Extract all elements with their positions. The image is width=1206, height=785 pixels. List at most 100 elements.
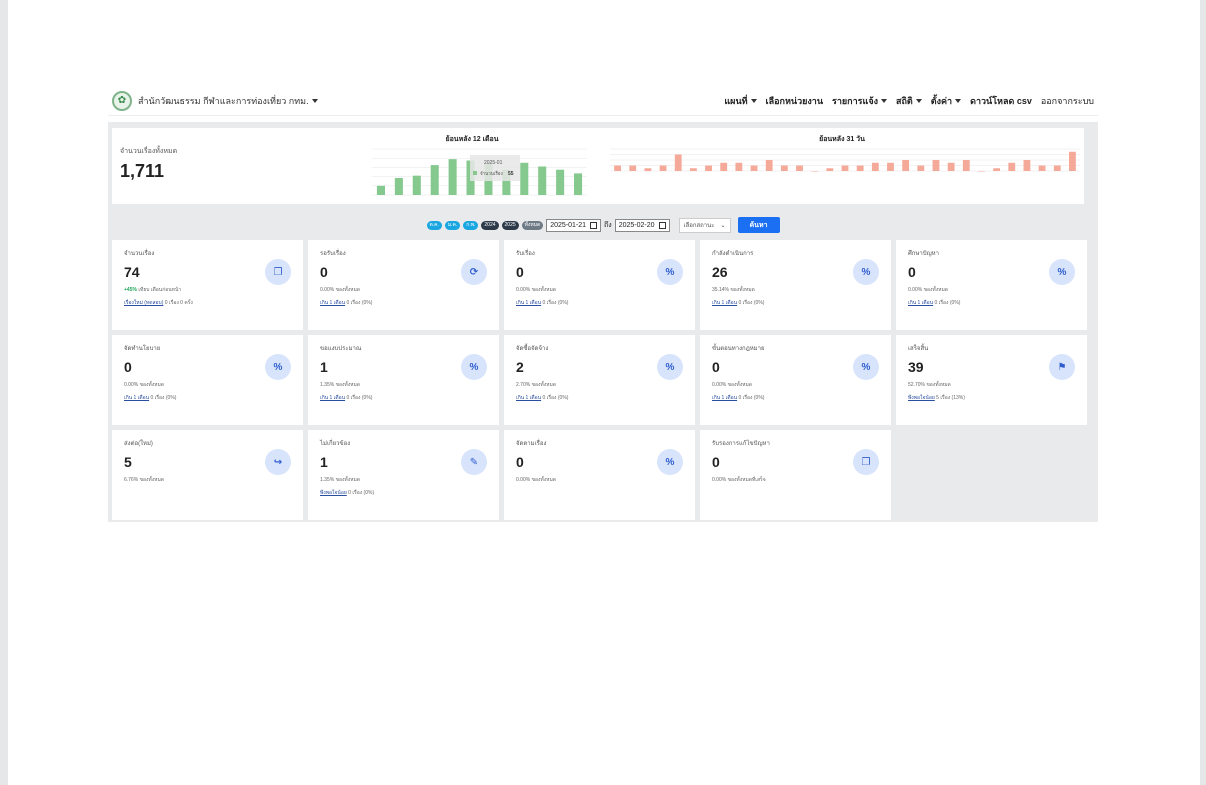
- chart-bar[interactable]: [448, 159, 457, 195]
- status-card[interactable]: ศึกษาปัญหา 0 0.00% ของทั้งหมด เกิน 1 เดือน …: [896, 240, 1087, 330]
- chart-bar[interactable]: [887, 162, 894, 171]
- documents-icon: ❐: [265, 259, 291, 285]
- status-card[interactable]: จัดตามเรื่อง 0 0.00% ของทั้งหมด%: [504, 430, 695, 520]
- date-to-input[interactable]: 2025-02-20: [614, 218, 670, 232]
- chart-bar[interactable]: [394, 177, 403, 195]
- menu-item[interactable]: เลือกหน่วยงาน: [766, 94, 823, 108]
- brand[interactable]: ✿ สำนักวัฒนธรรม กีฬาและการท่องเที่ยว กทม…: [112, 90, 318, 111]
- status-card[interactable]: กำลังดำเนินการ 26 35.14% ของทั้งหมด เกิน 1 …: [700, 240, 891, 330]
- status-card[interactable]: รับรองการแก้ไขปัญหา 0 0.00% ของทั้งหมดที่เ…: [700, 430, 891, 520]
- card-percent: 6.76% ของทั้งหมด: [124, 477, 165, 483]
- status-card[interactable]: ขอแงบประมาณ 1 1.35% ของทั้งหมด เกิน 1 เดือน…: [308, 335, 499, 425]
- card-detail-link[interactable]: พึงพอใจน้อย: [908, 395, 935, 401]
- card-detail-link[interactable]: เกิน 1 เดือน: [908, 300, 933, 306]
- chart-bar[interactable]: [871, 162, 879, 171]
- menu-item[interactable]: ดาวน์โหลด csv: [970, 94, 1032, 108]
- card-detail-link[interactable]: เกิน 1 เดือน: [516, 395, 541, 401]
- chart-bar[interactable]: [735, 162, 743, 171]
- period-pill[interactable]: 2025: [501, 220, 519, 230]
- chart-bar[interactable]: [796, 165, 803, 172]
- card-detail-count: 0 เรื่อง (0%): [345, 300, 373, 306]
- status-card[interactable]: จำนวนเรื่อง 74 +45% เทียบ เดือนก่อนหน้า เรื…: [112, 240, 303, 330]
- card-detail-link[interactable]: เรื่องใหม่ (ทดสอบ): [124, 300, 163, 306]
- chart-bar[interactable]: [412, 175, 421, 195]
- share-icon: ↪: [265, 449, 291, 475]
- page: ✿ สำนักวัฒนธรรม กีฬาและการท่องเที่ยว กทม…: [8, 0, 1200, 785]
- card-detail-link[interactable]: เกิน 1 เดือน: [320, 395, 345, 401]
- card-percent: 0.00% ของทั้งหมด: [516, 477, 557, 483]
- status-card[interactable]: จัดทำนโยบาย 0 0.00% ของทั้งหมด เกิน 1 เดือน…: [112, 335, 303, 425]
- status-card[interactable]: รับเรื่อง 0 0.00% ของทั้งหมด เกิน 1 เดือน 0…: [504, 240, 695, 330]
- card-detail: เกิน 1 เดือน 0 เรื่อง (0%): [516, 394, 683, 402]
- calendar-icon[interactable]: [658, 221, 666, 229]
- chart-bar[interactable]: [629, 165, 637, 172]
- period-pill[interactable]: ม.ค.: [444, 220, 461, 230]
- card-detail: เกิน 1 เดือน 0 เรื่อง (0%): [712, 394, 879, 402]
- chart-bar[interactable]: [811, 171, 819, 172]
- menu-item[interactable]: แผนที่: [724, 94, 756, 108]
- status-card[interactable]: ไม่เกี่ยวข้อง 1 1.35% ของทั้งหมด พึงพอใจน้อ…: [308, 430, 499, 520]
- chart-bar[interactable]: [765, 160, 773, 171]
- chart-bar[interactable]: [1023, 160, 1031, 171]
- chart-bar[interactable]: [841, 165, 849, 172]
- chart-bar[interactable]: [1053, 165, 1061, 172]
- status-card[interactable]: ขั้นตอนทางกฎหมาย 0 0.00% ของทั้งหมด เกิน 1 …: [700, 335, 891, 425]
- chart-bar[interactable]: [856, 165, 864, 172]
- status-card[interactable]: ส่งต่อ(ใหม่) 5 6.76% ของทั้งหมด ↪: [112, 430, 303, 520]
- chart-bar[interactable]: [1008, 162, 1016, 171]
- status-cards-grid: จำนวนเรื่อง 74 +45% เทียบ เดือนก่อนหน้า เรื…: [112, 240, 1096, 520]
- period-pill[interactable]: ต.ค.: [426, 220, 442, 230]
- status-card[interactable]: เสร็จสิ้น 39 52.70% ของทั้งหมด พึงพอใจน้อย …: [896, 335, 1087, 425]
- chart-bar[interactable]: [689, 168, 697, 171]
- status-card[interactable]: รอรับเรื่อง 0 0.00% ของทั้งหมด เกิน 1 เดือน…: [308, 240, 499, 330]
- chart-bar[interactable]: [674, 154, 682, 172]
- chart-bar[interactable]: [376, 185, 385, 195]
- chart-bar[interactable]: [917, 165, 925, 172]
- chart-bar[interactable]: [932, 160, 940, 171]
- menu-item[interactable]: สถิติ: [896, 94, 922, 108]
- chart-bar[interactable]: [1069, 151, 1076, 171]
- chart-bar[interactable]: [993, 168, 1001, 171]
- chart-bar[interactable]: [1038, 165, 1046, 172]
- chart-bar[interactable]: [520, 162, 529, 195]
- org-name[interactable]: สำนักวัฒนธรรม กีฬาและการท่องเที่ยว กทม.: [138, 94, 318, 108]
- menu-item[interactable]: รายการแจ้ง: [832, 94, 887, 108]
- documents-icon: ❐: [853, 449, 879, 475]
- search-button[interactable]: ค้นหา: [737, 217, 780, 233]
- period-pill[interactable]: ทั้งหมด: [521, 220, 544, 230]
- percent-icon: %: [657, 259, 683, 285]
- chart-bar[interactable]: [902, 160, 910, 171]
- chart-bar[interactable]: [659, 165, 667, 172]
- status-select[interactable]: เลือกสถานะ ⌄: [678, 217, 731, 233]
- card-detail-link[interactable]: เกิน 1 เดือน: [124, 395, 149, 401]
- chart-bar[interactable]: [614, 165, 621, 172]
- chart-bar[interactable]: [556, 169, 565, 195]
- chart-bar[interactable]: [750, 165, 758, 172]
- menu-item[interactable]: ตั้งค่า: [931, 94, 961, 108]
- chart-bar[interactable]: [574, 173, 583, 195]
- card-detail-link[interactable]: เกิน 1 เดือน: [320, 300, 345, 306]
- chart-bar[interactable]: [826, 168, 834, 171]
- menu-item[interactable]: ออกจากระบบ: [1041, 94, 1094, 108]
- card-detail-link[interactable]: พึงพอใจน้อย: [320, 490, 347, 496]
- chart-bar[interactable]: [947, 162, 955, 171]
- period-pill[interactable]: 2024: [481, 220, 499, 230]
- card-detail-link[interactable]: เกิน 1 เดือน: [516, 300, 541, 306]
- card-percent: 0.00% ของทั้งหมด: [908, 287, 949, 293]
- chart-bar[interactable]: [538, 166, 547, 195]
- tooltip-series: จำนวนเรื่อง: [480, 170, 503, 176]
- card-detail-link[interactable]: เกิน 1 เดือน: [712, 395, 737, 401]
- chart-bar[interactable]: [430, 165, 439, 195]
- chart-bar[interactable]: [962, 160, 970, 171]
- card-detail-link[interactable]: เกิน 1 เดือน: [712, 300, 737, 306]
- status-card[interactable]: จัดซื้อจัดจ้าง 2 2.70% ของทั้งหมด เกิน 1 เด…: [504, 335, 695, 425]
- period-pill[interactable]: ก.พ.: [463, 220, 479, 230]
- chart-bar[interactable]: [780, 165, 788, 172]
- percent-icon: %: [853, 354, 879, 380]
- chart-bar[interactable]: [978, 171, 985, 172]
- calendar-icon[interactable]: [590, 221, 598, 229]
- date-from-input[interactable]: 2025-01-21: [546, 218, 602, 232]
- chart-bar[interactable]: [705, 165, 712, 172]
- chart-bar[interactable]: [644, 168, 652, 171]
- chart-bar[interactable]: [720, 162, 728, 171]
